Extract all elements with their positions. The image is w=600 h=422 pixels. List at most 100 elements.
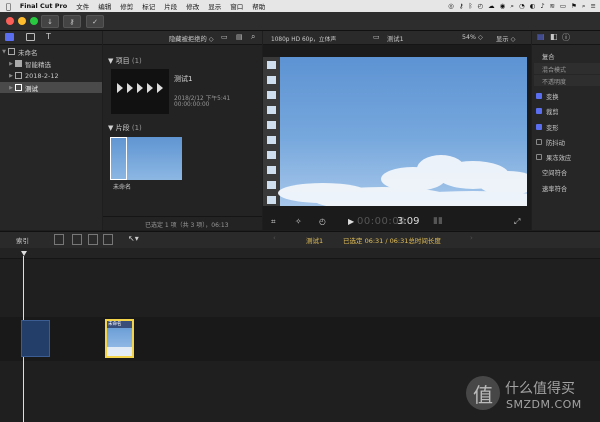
disclosure-triangle-icon[interactable]: ▶ <box>7 61 15 67</box>
connect-clip-icon[interactable] <box>54 234 64 245</box>
creative-cloud-icon[interactable]: ◎ <box>448 2 454 10</box>
projects-section-header[interactable]: ▼ 项目 (1) <box>108 56 142 66</box>
search-icon[interactable]: ⌕ <box>251 32 255 42</box>
menu-trim[interactable]: 修剪 <box>120 1 133 11</box>
filter-popup[interactable]: 隐藏被拒绝的 ◇ <box>169 34 214 43</box>
menu-edit[interactable]: 编辑 <box>98 1 111 11</box>
speed-icon[interactable]: ◴ <box>319 217 326 226</box>
skimmer-frame <box>110 137 127 180</box>
cloud-icon[interactable]: ☁ <box>488 2 495 10</box>
import-button[interactable]: ↓ <box>41 15 59 28</box>
sidebar-item-test[interactable]: ▶ 测试 <box>0 82 102 93</box>
wifi-icon[interactable]: ≋ <box>549 2 554 10</box>
index-button[interactable]: 索引 <box>16 235 29 245</box>
sidebar-item-event-2018[interactable]: ▶ 2018-2-12 <box>0 70 102 81</box>
titles-generators-icon[interactable]: T <box>46 32 51 41</box>
disclosure-triangle-icon[interactable]: ▼ <box>0 49 8 55</box>
menu-file[interactable]: 文件 <box>76 1 89 11</box>
crop-label: 裁剪 <box>546 108 559 116</box>
spotlight-icon[interactable]: ⌕ <box>582 2 586 11</box>
select-tool-icon[interactable]: ↖▾ <box>128 234 139 243</box>
display-popup[interactable]: 显示 ◇ <box>496 34 515 43</box>
disclosure-triangle-icon[interactable]: ▶ <box>7 85 15 91</box>
watermark-logo: 值 <box>466 376 500 410</box>
checkbox-unchecked-icon[interactable] <box>536 139 542 145</box>
timeline-clip[interactable]: 未命名 <box>105 319 134 358</box>
blend-mode-row[interactable]: 混合模式 <box>534 63 600 74</box>
sidebar-item-smart-collections[interactable]: ▶ 智能精选 <box>0 58 102 69</box>
search-icon[interactable]: ⌕ <box>510 2 514 11</box>
volume-icon[interactable]: ♪ <box>540 2 544 10</box>
crop-toggle[interactable]: 裁剪 <box>533 105 600 117</box>
play-button[interactable]: ▶ <box>348 217 354 226</box>
clips-section-header[interactable]: ▼ 片段 (1) <box>108 123 142 133</box>
zoom-popup[interactable]: 54% ◇ <box>462 34 483 41</box>
project-thumbnail[interactable] <box>111 69 169 114</box>
libraries-icon[interactable] <box>5 33 14 41</box>
battery-icon[interactable]: ▭ <box>560 2 566 10</box>
record-icon[interactable]: ◉ <box>500 2 506 10</box>
rate-conform-section[interactable]: 速率符合 <box>542 184 567 193</box>
sidebar-item-label: 测试 <box>25 84 38 93</box>
timecode-display[interactable]: 3:09 <box>397 216 419 227</box>
clip-thumbnail[interactable] <box>110 137 182 180</box>
timer-icon[interactable]: ◔ <box>519 2 525 10</box>
menu-icon[interactable]: ≡ <box>591 2 596 10</box>
menu-app[interactable]: Final Cut Pro <box>20 2 67 10</box>
transform-icon[interactable]: ⌗ <box>271 217 276 227</box>
enhance-icon[interactable]: ✧ <box>295 217 302 226</box>
disclosure-triangle-icon[interactable]: ▶ <box>7 73 15 79</box>
playhead-handle-icon[interactable] <box>21 251 27 256</box>
checkbox-checked-icon[interactable] <box>536 124 542 130</box>
selected-prefix: 已选定 <box>343 237 365 245</box>
transform-label: 变换 <box>546 93 559 101</box>
timeline-ruler[interactable] <box>0 248 600 259</box>
bluetooth-icon[interactable]: ᛒ <box>469 2 473 10</box>
append-clip-icon[interactable] <box>88 234 98 245</box>
apple-icon[interactable]:  <box>6 2 11 11</box>
menu-clip[interactable]: 片段 <box>164 1 177 11</box>
opacity-row[interactable]: 不透明度 <box>534 75 600 86</box>
minimize-window-button[interactable] <box>18 17 26 25</box>
menu-mark[interactable]: 标记 <box>142 1 155 11</box>
menu-modify[interactable]: 修改 <box>186 1 199 11</box>
checkbox-checked-icon[interactable] <box>536 93 542 99</box>
background-tasks-button[interactable]: ✓ <box>86 15 104 28</box>
key-icon[interactable]: ⚷ <box>459 2 464 10</box>
transform-toggle[interactable]: 变换 <box>533 90 600 102</box>
eye-icon[interactable]: ◐ <box>530 2 536 10</box>
sidebar-item-library[interactable]: ▼ 未命名 <box>0 46 102 57</box>
keyword-button[interactable]: ⚷ <box>63 15 81 28</box>
menu-window[interactable]: 窗口 <box>230 1 243 11</box>
overwrite-clip-icon[interactable] <box>103 234 113 245</box>
info-icon[interactable]: ⓘ <box>562 32 570 43</box>
history-forward-icon[interactable]: › <box>470 234 473 242</box>
sidebar-item-label: 智能精选 <box>25 60 51 69</box>
gap-clip[interactable] <box>21 320 50 357</box>
stabilization-toggle[interactable]: 防抖动 <box>533 136 600 148</box>
zoom-window-button[interactable] <box>30 17 38 25</box>
audio-inspector-icon[interactable]: ◧ <box>550 32 558 41</box>
close-window-button[interactable] <box>6 17 14 25</box>
video-canvas[interactable] <box>263 57 527 206</box>
photos-audio-icon[interactable] <box>26 33 35 41</box>
distort-toggle[interactable]: 变形 <box>533 121 600 133</box>
fullscreen-icon[interactable]: ⤢ <box>514 217 520 227</box>
video-inspector-icon[interactable]: ▤ <box>537 32 545 41</box>
history-back-icon[interactable]: ‹ <box>273 234 276 242</box>
clip-appearance-icon[interactable]: ▭ <box>221 33 228 41</box>
checkbox-checked-icon[interactable] <box>536 108 542 114</box>
rolling-shutter-toggle[interactable]: 果冻效应 <box>533 151 600 163</box>
insert-clip-icon[interactable] <box>72 234 82 245</box>
composite-section[interactable]: 复合 <box>542 52 555 61</box>
menu-view[interactable]: 显示 <box>208 1 221 11</box>
time-machine-icon[interactable]: ◴ <box>477 2 483 10</box>
menu-help[interactable]: 帮助 <box>252 1 265 11</box>
viewer-panel: 1080p HD 60p，立体声 ▭ 测试1 54% ◇ 显示 ◇ ⌗ ✧ ◴ … <box>263 31 531 230</box>
checkbox-unchecked-icon[interactable] <box>536 154 542 160</box>
filmstrip-icon[interactable]: ▤ <box>236 33 243 41</box>
browser-footer: 已选定 1 项（共 3 项），06:13 <box>103 216 262 231</box>
flag-icon[interactable]: ⚑ <box>571 2 577 10</box>
spatial-conform-section[interactable]: 空间符合 <box>542 168 567 177</box>
watermark-char: 值 <box>473 382 493 407</box>
